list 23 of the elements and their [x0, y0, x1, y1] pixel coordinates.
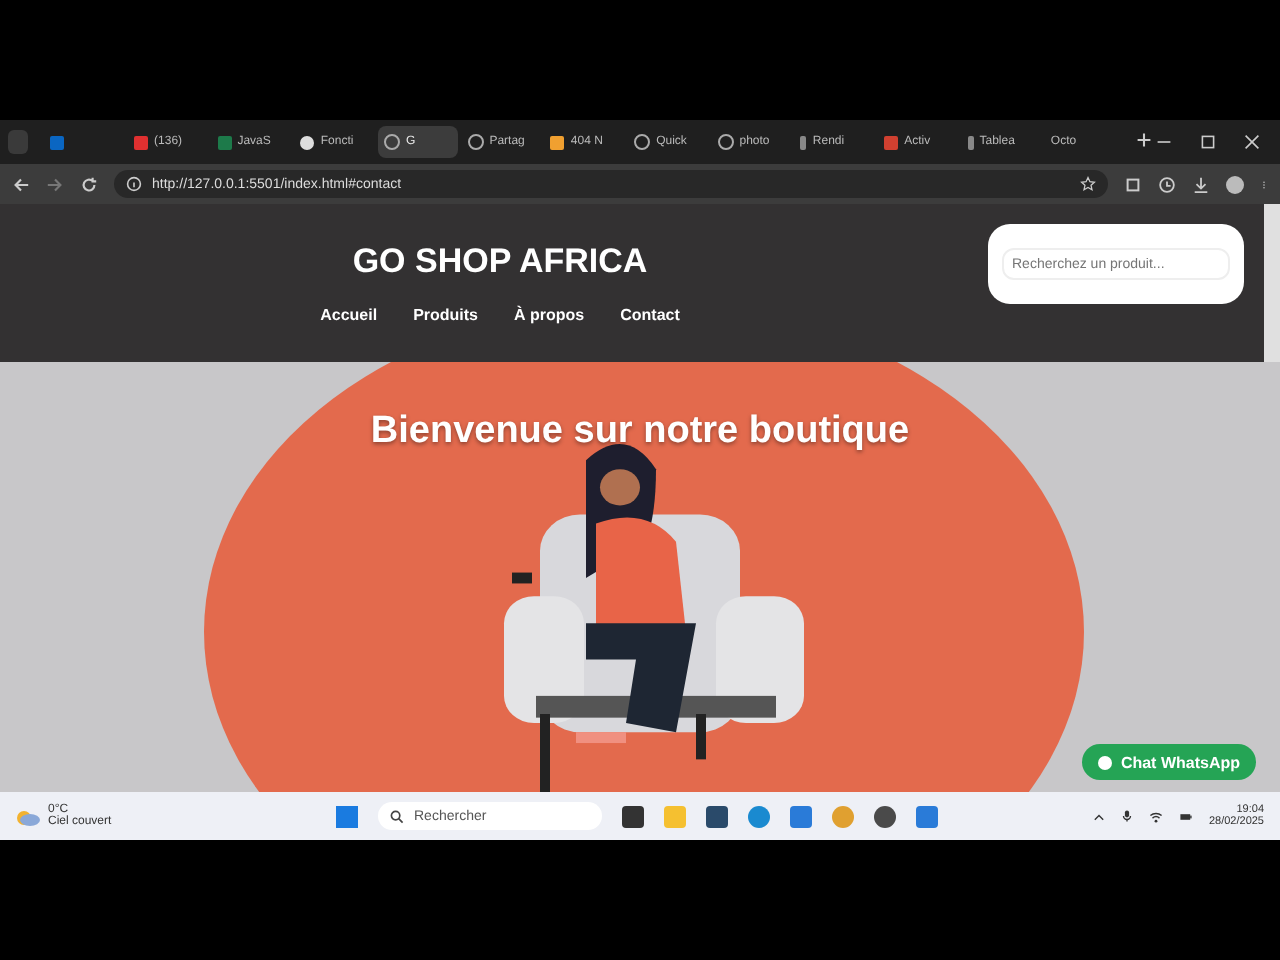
site-info-icon[interactable] — [126, 176, 142, 192]
nav-link[interactable]: Produits — [413, 306, 479, 324]
download-icon[interactable] — [1192, 175, 1210, 193]
close-icon[interactable] — [1244, 134, 1261, 150]
search-icon — [390, 809, 404, 823]
chevron-up-icon[interactable] — [1092, 809, 1107, 823]
site-title: GO SHOP AFRICA — [352, 242, 648, 282]
nav-link[interactable]: Contact — [620, 306, 680, 324]
wifi-icon[interactable] — [1148, 809, 1165, 823]
back-arrow-icon[interactable] — [12, 175, 30, 193]
profile-avatar[interactable] — [1226, 175, 1244, 193]
hero-heading: Bienvenue sur notre boutique — [370, 410, 910, 456]
cloud-icon — [16, 807, 40, 825]
new-tab-icon[interactable] — [1136, 131, 1153, 147]
reload-icon[interactable] — [80, 175, 98, 193]
restore-icon[interactable] — [1200, 134, 1217, 150]
microphone-icon[interactable] — [1120, 808, 1135, 824]
history-icon[interactable] — [1158, 175, 1176, 193]
nav-link[interactable]: À propos — [514, 306, 585, 324]
nav-link[interactable]: Accueil — [320, 306, 378, 324]
star-icon[interactable] — [1080, 176, 1096, 192]
scrollbar[interactable] — [1264, 204, 1280, 362]
forward-arrow-icon[interactable] — [46, 175, 64, 193]
